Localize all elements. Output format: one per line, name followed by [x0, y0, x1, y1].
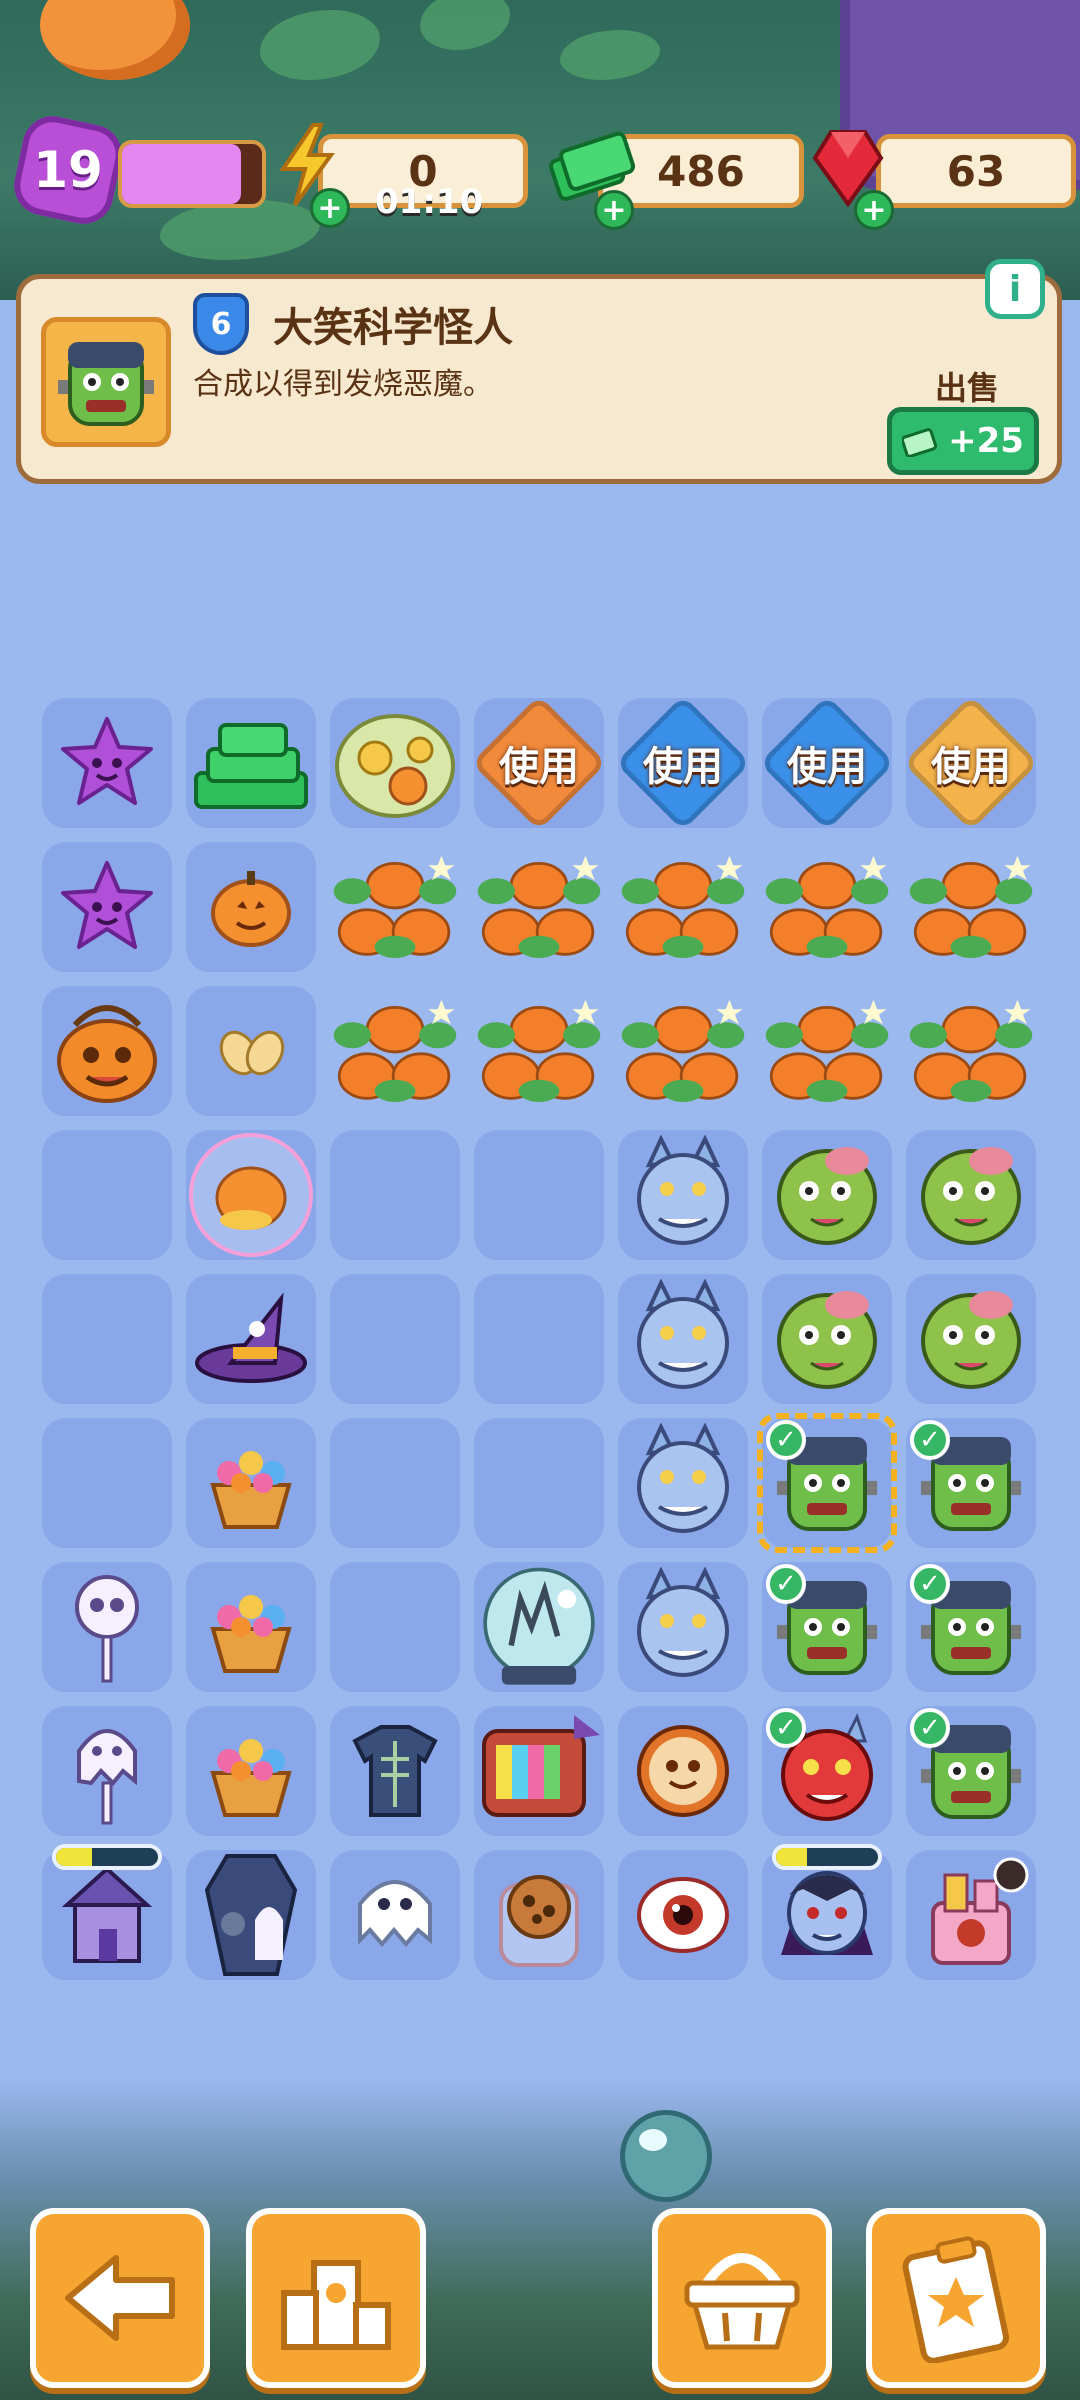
pumpkin-small-icon[interactable] — [186, 842, 316, 972]
shop-button[interactable] — [652, 2208, 832, 2388]
arrow-left-icon — [65, 2255, 175, 2341]
eyeball-decor-icon — [620, 2110, 712, 2202]
zombie-head-icon[interactable] — [906, 1274, 1036, 1404]
board-cell[interactable] — [42, 1130, 172, 1260]
pumpkin-patch-icon[interactable] — [762, 842, 892, 972]
skull-pop-icon[interactable] — [42, 1562, 172, 1692]
basket-icon — [684, 2253, 800, 2350]
leaderboard-button[interactable] — [246, 2208, 426, 2388]
pumpkin-patch-icon[interactable] — [474, 986, 604, 1116]
flower-basket-icon[interactable] — [186, 1562, 316, 1692]
board-cell[interactable] — [42, 1274, 172, 1404]
werewolf-icon[interactable] — [618, 1274, 748, 1404]
star-purple-icon[interactable] — [42, 842, 172, 972]
use-booster-button[interactable]: 使用 — [759, 695, 895, 831]
production-progress-bar — [52, 1844, 162, 1870]
cookie-icon[interactable] — [618, 1706, 748, 1836]
werewolf-icon[interactable] — [618, 1418, 748, 1548]
zombie-head-icon[interactable] — [762, 1274, 892, 1404]
back-button[interactable] — [30, 2208, 210, 2388]
pumpkin-patch-icon[interactable] — [330, 842, 460, 972]
pumpkin-patch-icon[interactable] — [474, 842, 604, 972]
check-icon: ✓ — [766, 1708, 806, 1748]
board-cell[interactable] — [330, 1274, 460, 1404]
board-cell[interactable] — [474, 1418, 604, 1548]
pumpkin-patch-icon[interactable] — [762, 986, 892, 1116]
pumpkin-coin-pile-icon[interactable] — [330, 698, 460, 828]
haunted-globe-icon[interactable] — [474, 1562, 604, 1692]
merge-board: 使用 使用 使用 使用 ✓ ✓ ✓ ✓ ✓ ✓ — [0, 0, 1080, 2400]
check-icon: ✓ — [910, 1420, 950, 1460]
progress-fill — [776, 1848, 807, 1866]
coffin-ghost-icon[interactable] — [186, 1850, 316, 1980]
flower-basket-icon[interactable] — [186, 1418, 316, 1548]
seeds-icon[interactable] — [186, 986, 316, 1116]
pumpkin-patch-icon[interactable] — [618, 986, 748, 1116]
flower-basket-icon[interactable] — [186, 1706, 316, 1836]
werewolf-icon[interactable] — [618, 1562, 748, 1692]
pumpkin-patch-icon[interactable] — [906, 842, 1036, 972]
werewolf-icon[interactable] — [618, 1130, 748, 1260]
board-cell[interactable] — [330, 1130, 460, 1260]
tasks-button[interactable] — [866, 2208, 1046, 2388]
use-booster-button[interactable]: 使用 — [471, 695, 607, 831]
use-booster-button[interactable]: 使用 — [615, 695, 751, 831]
eyeball-icon[interactable] — [618, 1850, 748, 1980]
ghost-pop-icon[interactable] — [42, 1706, 172, 1836]
pumpkin-patch-icon[interactable] — [330, 986, 460, 1116]
board-cell[interactable] — [330, 1562, 460, 1692]
candy-castle-icon[interactable] — [906, 1850, 1036, 1980]
production-progress-bar — [772, 1844, 882, 1870]
use-label: 使用 — [931, 744, 1011, 790]
ghost-icon[interactable] — [330, 1850, 460, 1980]
pumpkin-bucket-icon[interactable] — [42, 986, 172, 1116]
zombie-head-icon[interactable] — [762, 1130, 892, 1260]
podium-icon — [281, 2260, 391, 2350]
check-icon: ✓ — [766, 1420, 806, 1460]
use-label: 使用 — [499, 744, 579, 790]
cookie-jar-icon[interactable] — [474, 1850, 604, 1980]
board-cell[interactable] — [42, 1418, 172, 1548]
check-icon: ✓ — [910, 1564, 950, 1604]
check-icon: ✓ — [766, 1564, 806, 1604]
clipboard-star-icon — [902, 2236, 1010, 2363]
retro-tv-icon[interactable] — [474, 1706, 604, 1836]
pumpkin-patch-icon[interactable] — [618, 842, 748, 972]
zombie-head-icon[interactable] — [906, 1130, 1036, 1260]
use-label: 使用 — [643, 744, 723, 790]
board-cell[interactable] — [474, 1130, 604, 1260]
board-cell[interactable] — [474, 1274, 604, 1404]
pumpkin-patch-icon[interactable] — [906, 986, 1036, 1116]
witch-hat-icon[interactable] — [186, 1274, 316, 1404]
use-label: 使用 — [787, 744, 867, 790]
cash-stack-icon[interactable] — [186, 698, 316, 828]
check-icon: ✓ — [910, 1708, 950, 1748]
board-cell[interactable] — [330, 1418, 460, 1548]
skeleton-shirt-icon[interactable] — [330, 1706, 460, 1836]
star-purple-icon[interactable] — [42, 698, 172, 828]
pumpkin-bubble-icon[interactable] — [186, 1130, 316, 1260]
use-booster-button[interactable]: 使用 — [903, 695, 1039, 831]
progress-fill — [56, 1848, 92, 1866]
